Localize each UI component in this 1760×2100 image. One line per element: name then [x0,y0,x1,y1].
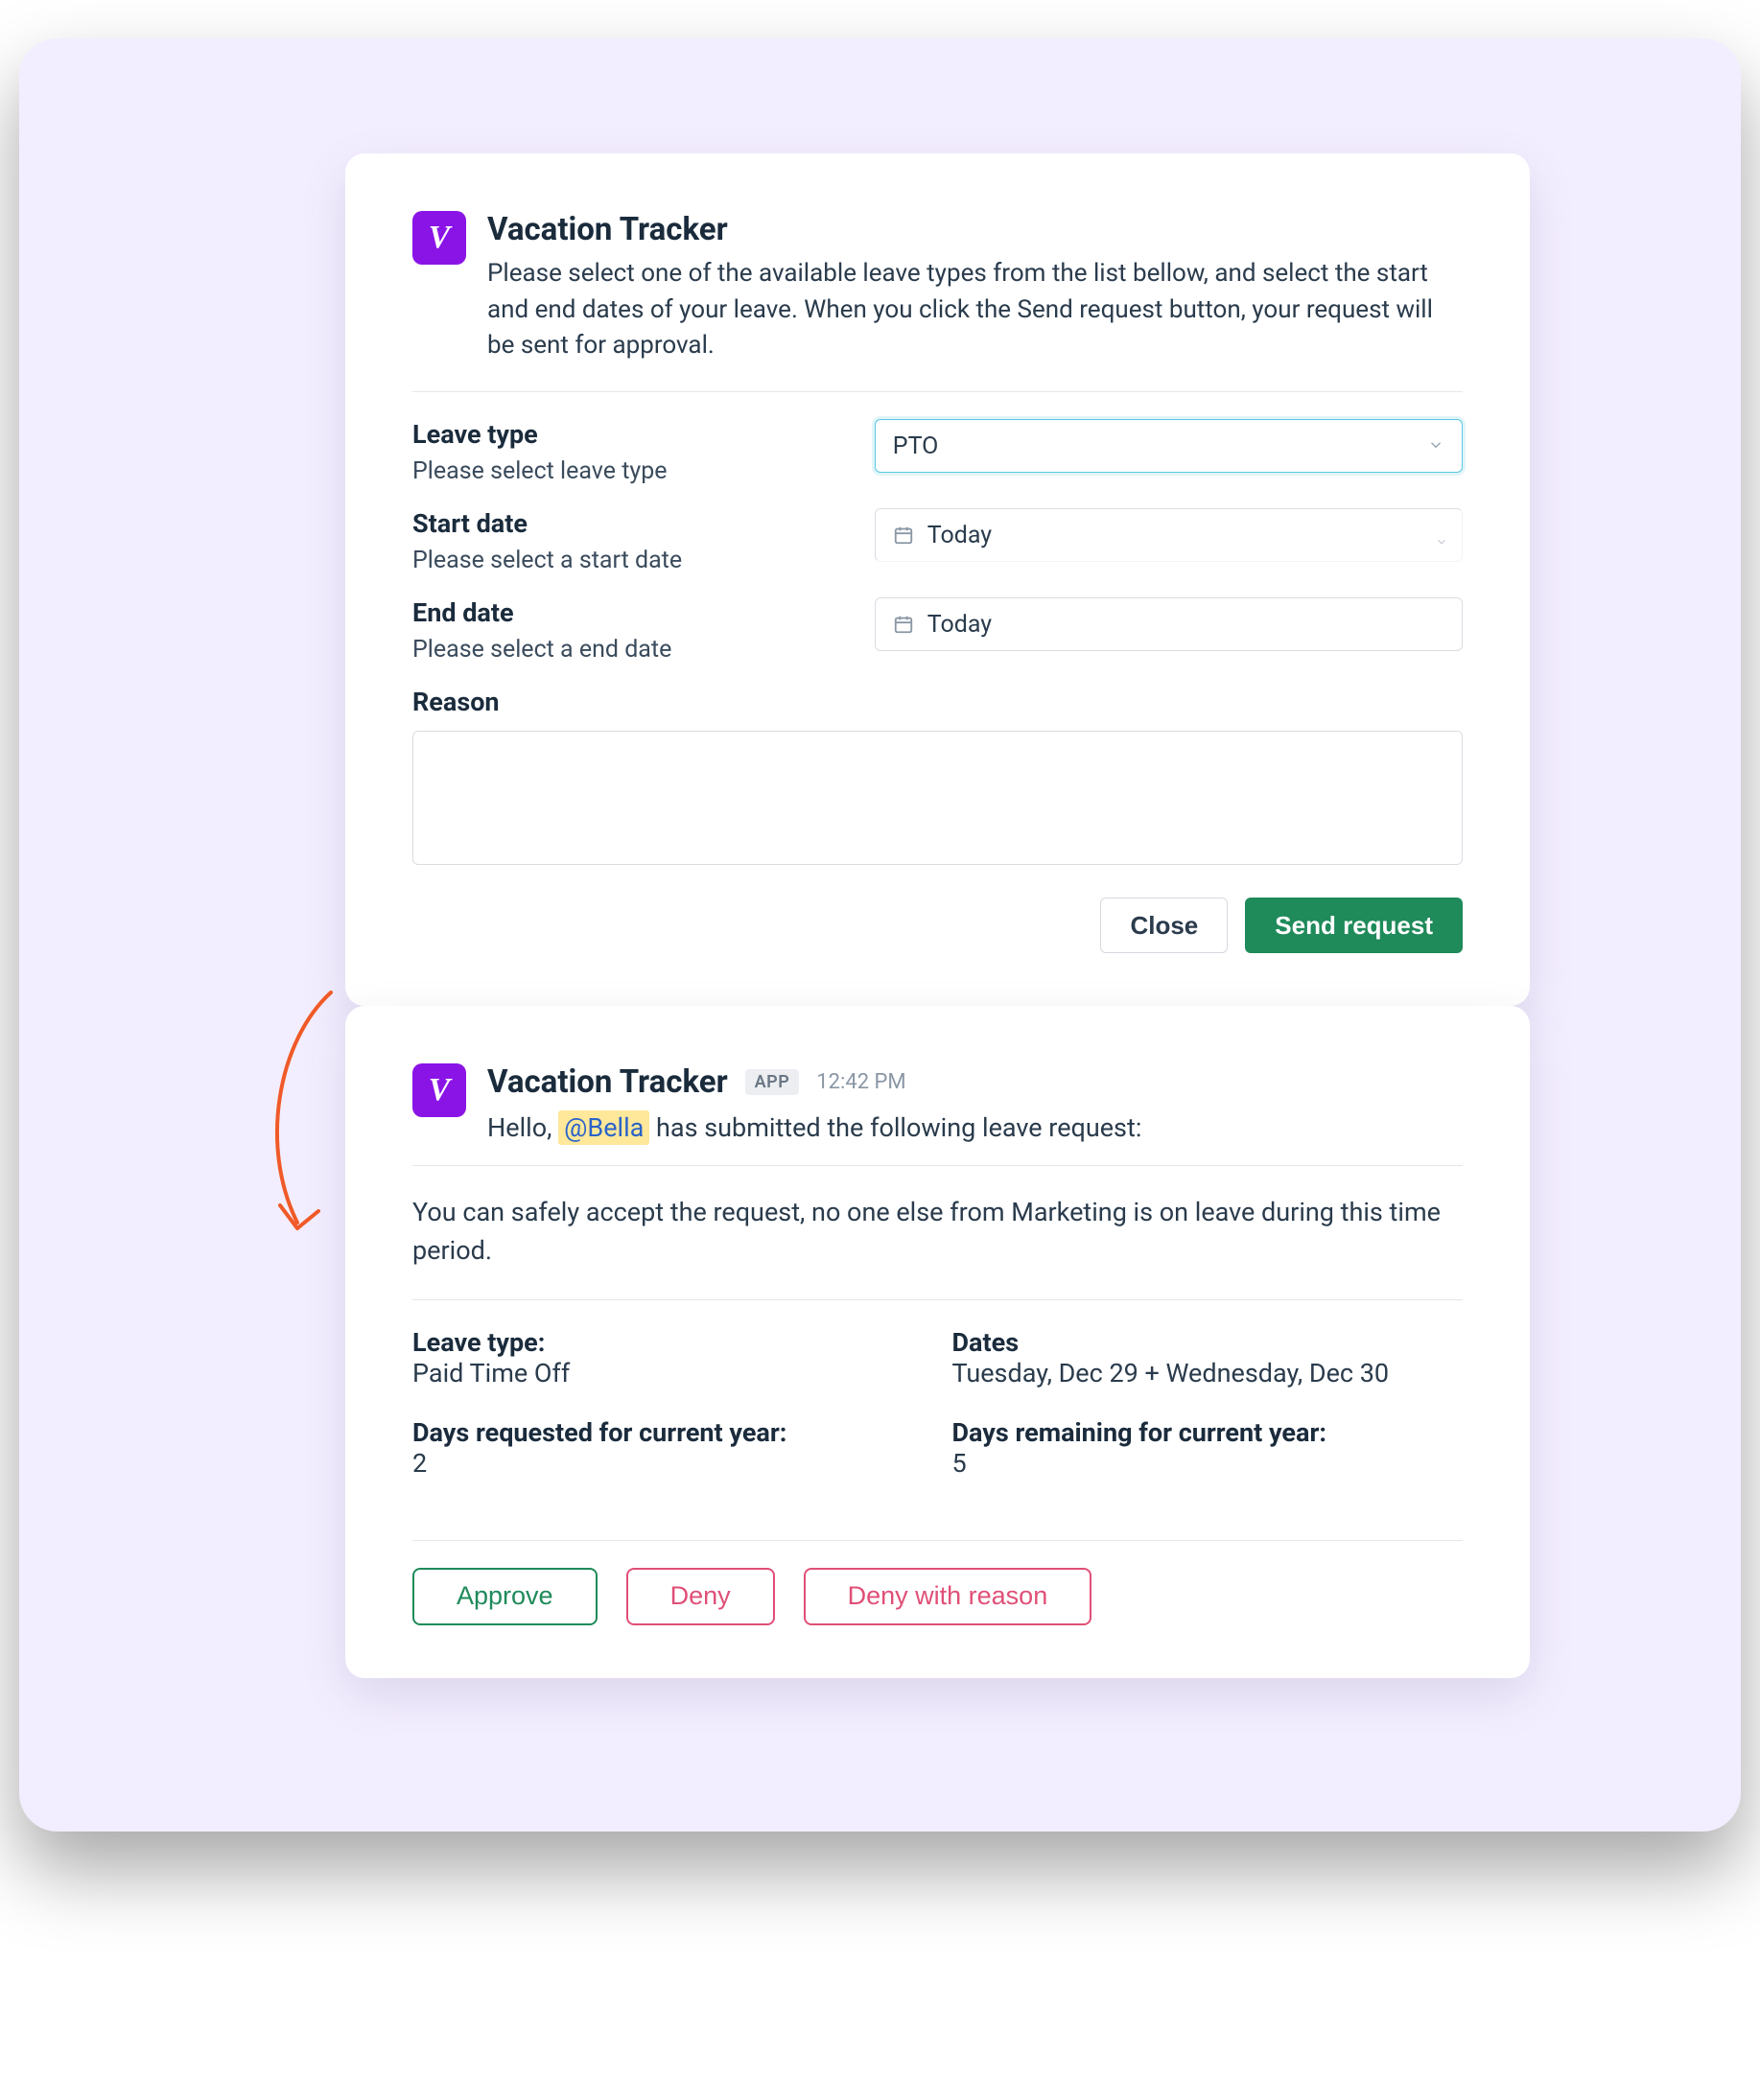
app-title-row: Vacation Tracker APP 12:42 PM [487,1063,1463,1101]
chevron-down-icon [1435,527,1448,555]
days-remaining-label: Days remaining for current year: [952,1417,1464,1448]
calendar-icon [893,614,914,635]
start-date-row: Start date Please select a start date To… [412,508,1463,574]
app-title-text: Vacation Tracker [487,1063,728,1101]
end-date-row: End date Please select a end date Today [412,597,1463,664]
leave-type-row: Leave type Please select leave type PTO [412,419,1463,485]
app-title: Vacation Tracker [487,211,1463,248]
reason-label: Reason [412,687,1463,717]
approval-actions: Approve Deny Deny with reason [412,1568,1463,1625]
card-header: V Vacation Tracker APP 12:42 PM Hello, @… [412,1063,1463,1148]
greeting-suffix: has submitted the following leave reques… [649,1112,1141,1143]
close-button[interactable]: Close [1100,898,1228,953]
divider [412,1540,1463,1541]
end-date-value: Today [927,611,992,639]
leave-type-label: Leave type: [412,1327,924,1358]
leave-type-label: Leave type [412,419,856,450]
timestamp: 12:42 PM [816,1070,905,1094]
reason-section: Reason [412,687,1463,869]
start-date-picker[interactable]: Today [875,508,1463,562]
leave-type-value: PTO [893,432,939,460]
days-remaining-value: 5 [952,1448,1464,1479]
card-header: V Vacation Tracker Please select one of … [412,211,1463,364]
leave-type-hint: Please select leave type [412,457,856,485]
end-date-picker[interactable]: Today [875,597,1463,651]
vacation-tracker-logo: V [412,1063,466,1117]
leave-notification-card: V Vacation Tracker APP 12:42 PM Hello, @… [345,1006,1530,1678]
leave-request-card: V Vacation Tracker Please select one of … [345,153,1530,1006]
app-canvas: V Vacation Tracker Please select one of … [19,38,1741,1832]
user-mention[interactable]: @Bella [558,1110,649,1145]
dates-value: Tuesday, Dec 29 + Wednesday, Dec 30 [952,1358,1464,1388]
days-requested-label: Days requested for current year: [412,1417,924,1448]
leave-type-value: Paid Time Off [412,1358,924,1388]
intro-text: Please select one of the available leave… [487,256,1463,364]
end-date-hint: Please select a end date [412,636,856,664]
form-actions: Close Send request [412,898,1463,953]
start-date-label: Start date [412,508,856,539]
end-date-label: End date [412,597,856,628]
chevron-down-icon [1427,432,1444,460]
divider [412,391,1463,392]
start-date-hint: Please select a start date [412,547,856,574]
request-details-grid: Leave type: Paid Time Off Dates Tuesday,… [412,1327,1463,1502]
vacation-tracker-logo: V [412,211,466,265]
divider [412,1165,1463,1166]
start-date-value: Today [927,522,992,549]
send-request-button[interactable]: Send request [1245,898,1463,953]
greeting-line: Hello, @Bella has submitted the followin… [487,1108,1463,1148]
approve-button[interactable]: Approve [412,1568,598,1625]
reason-input[interactable] [412,731,1463,865]
deny-button[interactable]: Deny [626,1568,775,1625]
app-title-text: Vacation Tracker [487,211,728,248]
days-requested-value: 2 [412,1448,924,1479]
calendar-icon [893,525,914,546]
dates-label: Dates [952,1327,1464,1358]
greeting-prefix: Hello, [487,1112,558,1143]
app-badge: APP [745,1069,800,1095]
deny-with-reason-button[interactable]: Deny with reason [804,1568,1092,1625]
divider [412,1299,1463,1300]
safe-accept-note: You can safely accept the request, no on… [412,1193,1463,1271]
leave-type-select[interactable]: PTO [875,419,1463,473]
